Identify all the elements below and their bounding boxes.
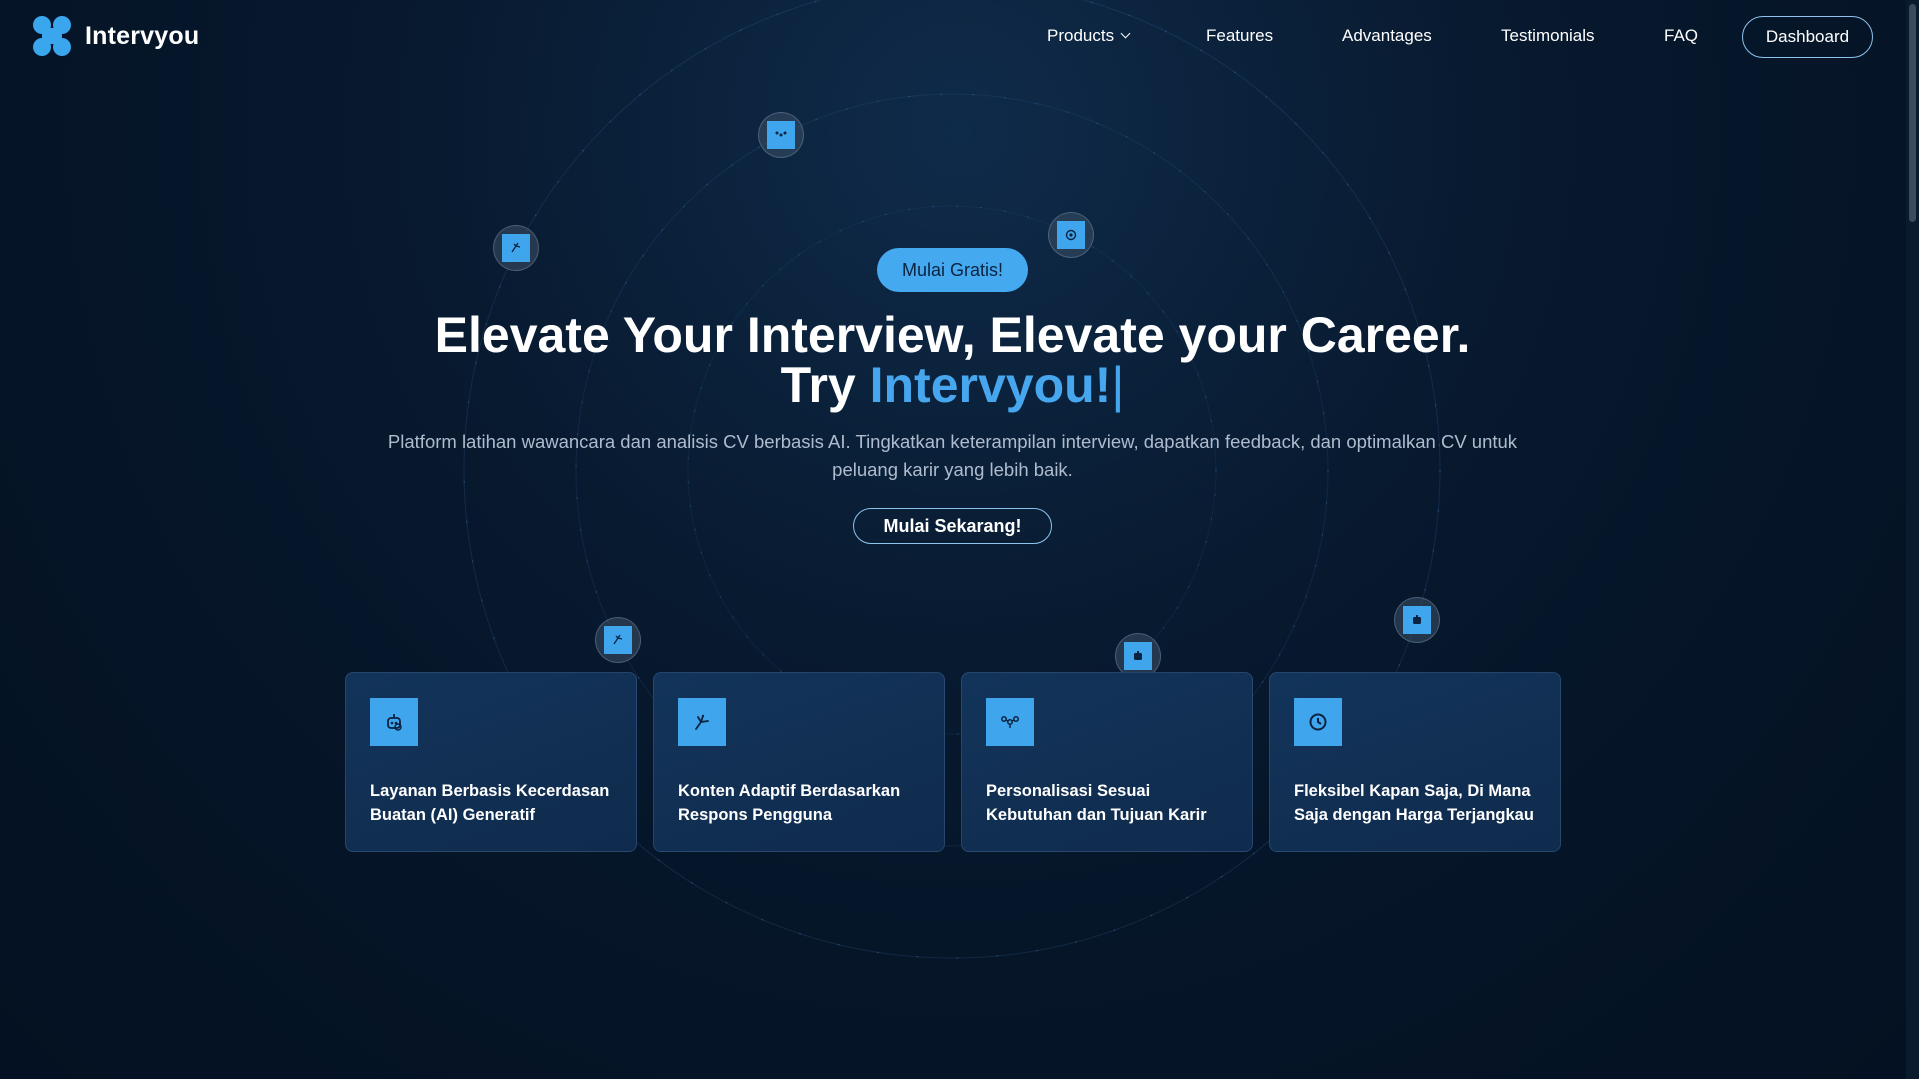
orbit-people-network-icon bbox=[758, 112, 804, 158]
headline-line-1: Elevate Your Interview, Elevate your Car… bbox=[434, 307, 1471, 363]
hero-headline: Elevate Your Interview, Elevate your Car… bbox=[300, 310, 1605, 410]
orbit-adaptive-hand-icon-2 bbox=[595, 617, 641, 663]
scrollbar-thumb[interactable] bbox=[1909, 4, 1916, 222]
headline-brand: Intervyou! bbox=[869, 357, 1112, 413]
brand-name: Intervyou bbox=[85, 21, 200, 50]
feature-text: Personalisasi Sesuai Kebutuhan dan Tujua… bbox=[986, 782, 1207, 824]
robot-icon bbox=[370, 698, 418, 746]
feature-card-adaptive: Konten Adaptif Berdasarkan Respons Pengg… bbox=[653, 672, 945, 852]
feature-card-ai: Layanan Berbasis Kecerdasan Buatan (AI) … bbox=[345, 672, 637, 852]
brand-logo[interactable]: Intervyou bbox=[33, 16, 199, 56]
clock-icon bbox=[1294, 698, 1342, 746]
nav-products-label: Products bbox=[1047, 26, 1115, 45]
feature-text: Fleksibel Kapan Saja, Di Mana Saja denga… bbox=[1294, 782, 1534, 824]
nav-faq[interactable]: FAQ bbox=[1664, 26, 1698, 46]
dashboard-button[interactable]: Dashboard bbox=[1742, 16, 1873, 58]
feature-text: Konten Adaptif Berdasarkan Respons Pengg… bbox=[678, 782, 901, 824]
start-now-button[interactable]: Mulai Sekarang! bbox=[853, 508, 1052, 544]
typing-cursor: | bbox=[1111, 357, 1125, 413]
nav-testimonials[interactable]: Testimonials bbox=[1501, 26, 1595, 46]
people-network-icon bbox=[986, 698, 1034, 746]
orbit-robot-icon-2 bbox=[1394, 597, 1440, 643]
orbit-adaptive-hand-icon bbox=[493, 225, 539, 271]
nav-advantages[interactable]: Advantages bbox=[1342, 26, 1432, 46]
hero-subtitle: Platform latihan wawancara dan analisis … bbox=[387, 431, 1518, 480]
chevron-down-icon bbox=[1120, 28, 1131, 39]
page-scrollbar[interactable] bbox=[1906, 0, 1919, 1079]
logo-icon bbox=[33, 16, 71, 56]
adaptive-hand-icon bbox=[678, 698, 726, 746]
feature-text: Layanan Berbasis Kecerdasan Buatan (AI) … bbox=[370, 782, 610, 824]
nav-features[interactable]: Features bbox=[1206, 26, 1273, 46]
headline-try: Try bbox=[780, 357, 856, 413]
top-navbar: Intervyou Products Features Advantages T… bbox=[0, 0, 1900, 74]
free-start-badge[interactable]: Mulai Gratis! bbox=[877, 248, 1028, 292]
feature-card-flexible: Fleksibel Kapan Saja, Di Mana Saja denga… bbox=[1269, 672, 1561, 852]
feature-card-personalization: Personalisasi Sesuai Kebutuhan dan Tujua… bbox=[961, 672, 1253, 852]
orbit-clock-icon bbox=[1048, 212, 1094, 258]
nav-products[interactable]: Products bbox=[1047, 26, 1131, 46]
